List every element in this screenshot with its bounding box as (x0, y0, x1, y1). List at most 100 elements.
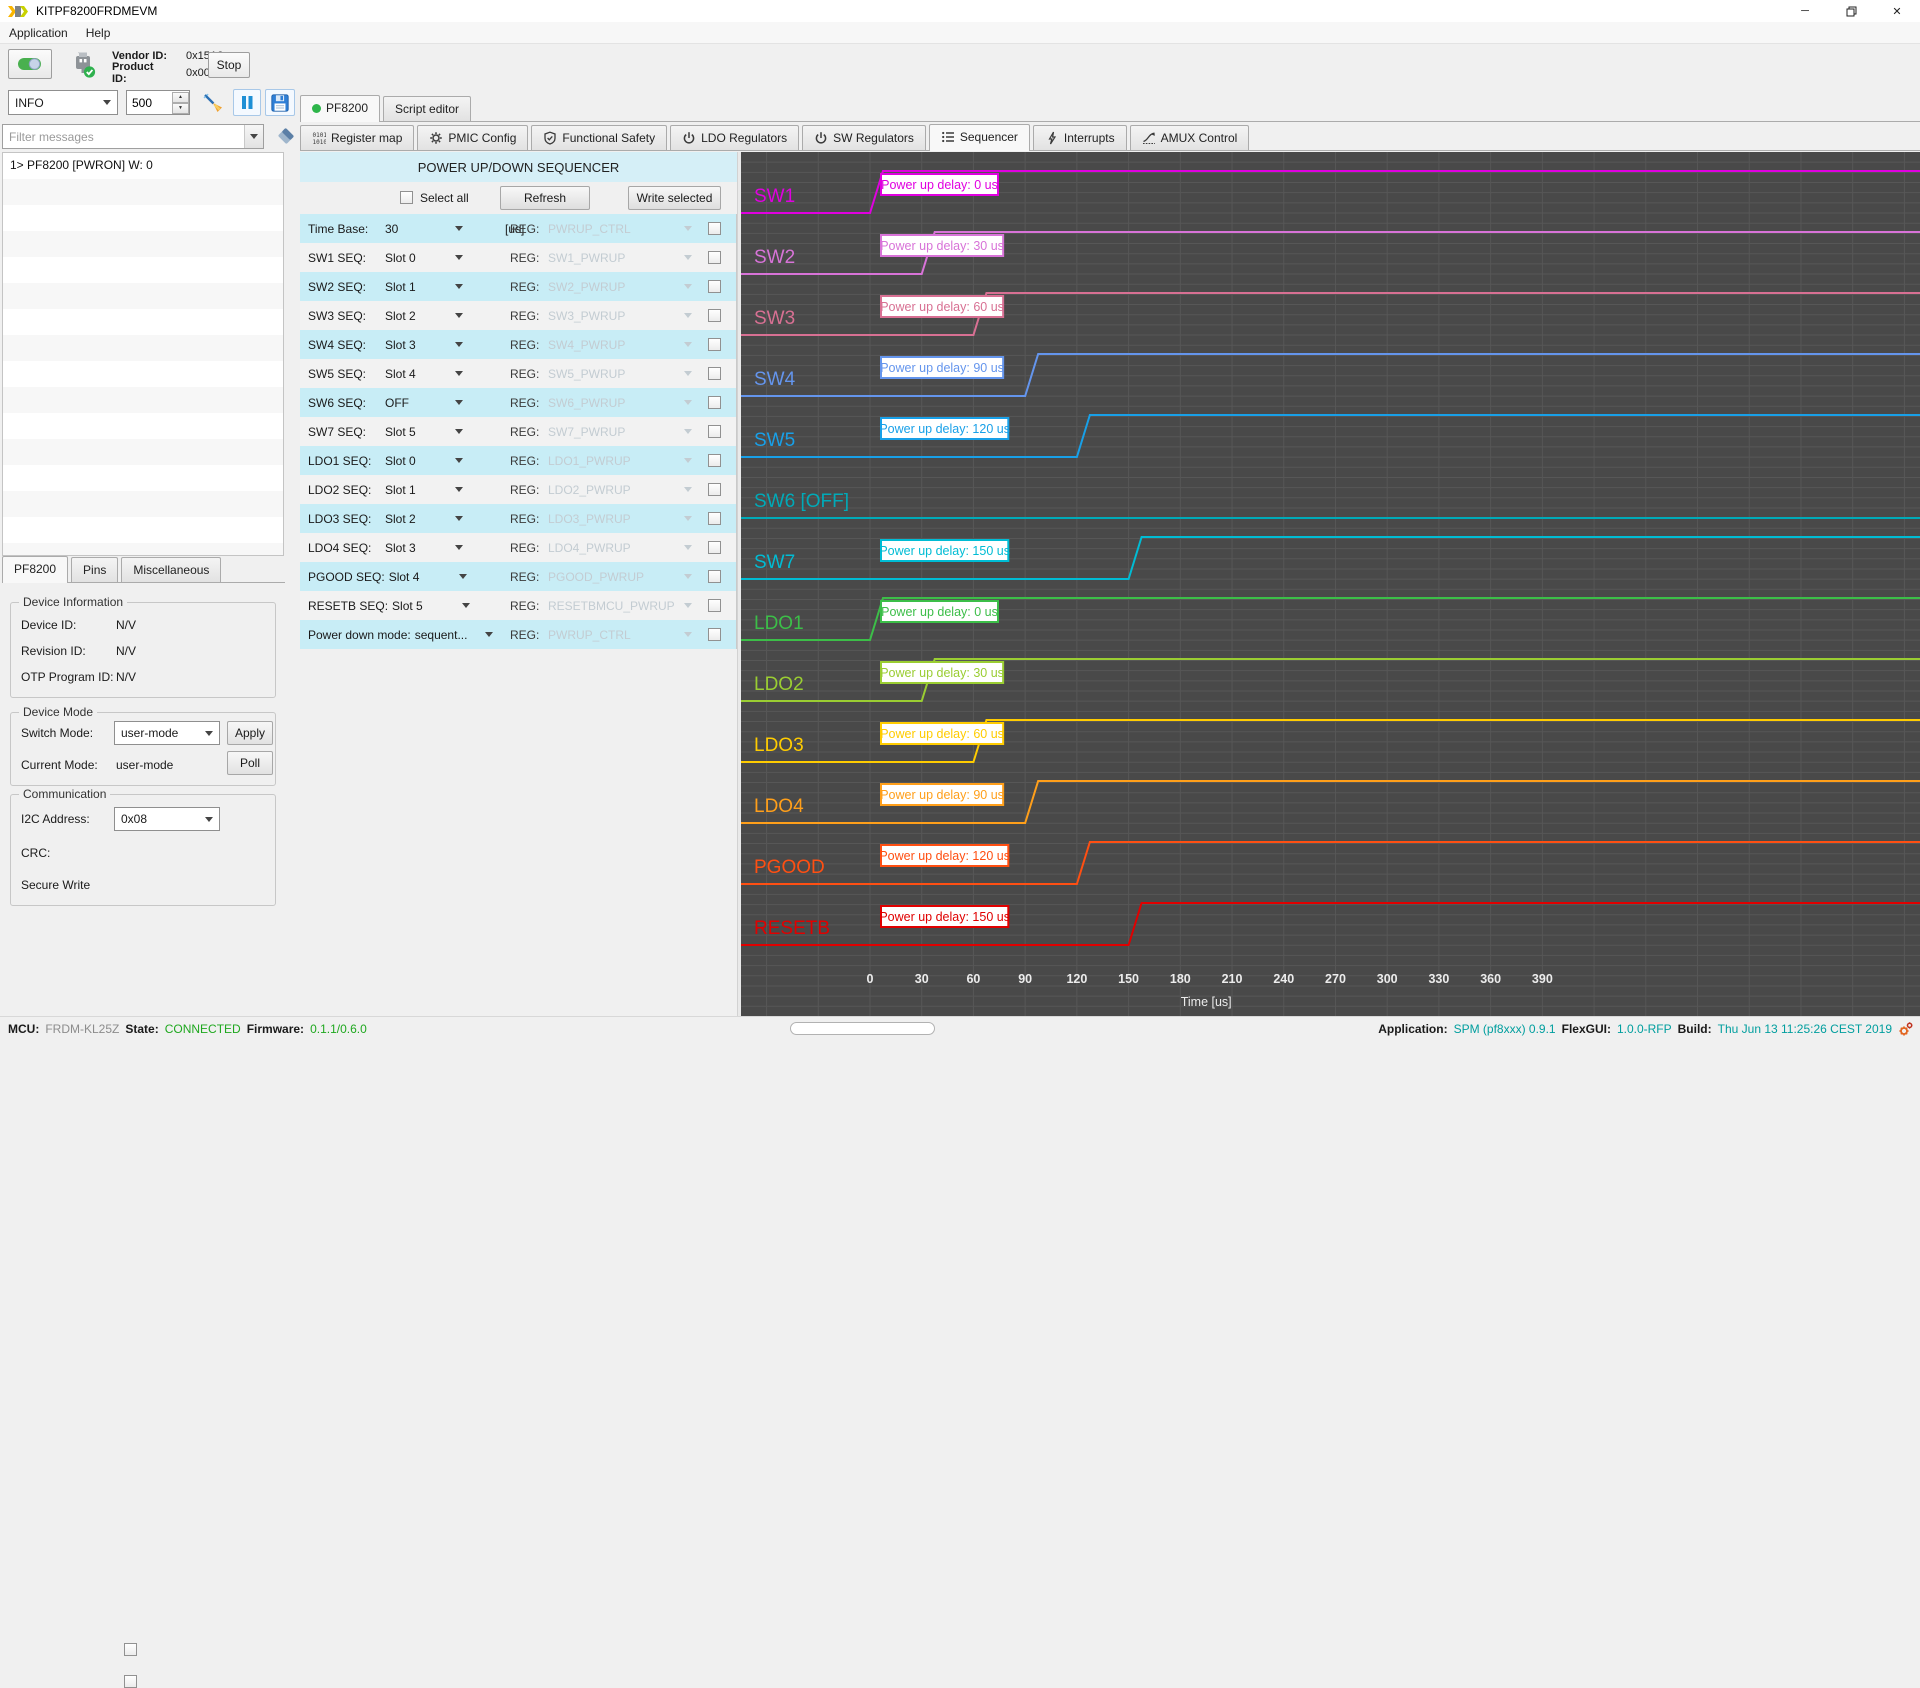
chevron-down-icon (455, 487, 463, 492)
row-value-dropdown[interactable]: Slot 3 (385, 338, 471, 352)
row-value-dropdown[interactable]: Slot 2 (385, 309, 471, 323)
row-value-dropdown[interactable]: Slot 0 (385, 251, 471, 265)
sequencer-panel-title: POWER UP/DOWN SEQUENCER (300, 152, 737, 182)
subtab-amux-control[interactable]: AMUX Control (1130, 125, 1250, 150)
x-axis-title: Time [us] (1181, 995, 1232, 1009)
subtab-sw-regulators[interactable]: SW Regulators (802, 125, 926, 150)
row-select-checkbox[interactable] (708, 222, 721, 235)
row-select-checkbox[interactable] (708, 396, 721, 409)
row-select-checkbox[interactable] (708, 541, 721, 554)
filter-messages-input[interactable] (3, 130, 244, 144)
log-level-dropdown[interactable]: INFO (8, 90, 118, 115)
row-value-dropdown[interactable]: Slot 5 (385, 425, 471, 439)
log-message-list[interactable]: 1> PF8200 [PWRON] W: 0 (2, 152, 284, 556)
row-value-dropdown[interactable]: Slot 2 (385, 512, 471, 526)
write-selected-button[interactable]: Write selected (628, 186, 721, 210)
menu-application[interactable]: Application (0, 23, 77, 43)
chevron-down-icon (455, 371, 463, 376)
connection-toggle-button[interactable] (8, 49, 52, 79)
row-value-dropdown[interactable]: Slot 3 (385, 541, 471, 555)
row-select-checkbox[interactable] (708, 309, 721, 322)
chevron-down-icon (684, 226, 692, 231)
spinner-down-button[interactable]: ▼ (172, 103, 189, 114)
pause-log-button[interactable] (233, 89, 261, 116)
subtab-sequencer[interactable]: Sequencer (929, 124, 1030, 151)
chevron-down-icon (455, 400, 463, 405)
subtab-ldo-regulators[interactable]: LDO Regulators (670, 125, 799, 150)
register-map-icon: 01011010 (312, 131, 326, 145)
row-select-checkbox[interactable] (708, 628, 721, 641)
secure-write-checkbox[interactable] (124, 1675, 137, 1688)
tab-pf8200[interactable]: PF8200 (300, 95, 380, 122)
spinner-up-button[interactable]: ▲ (172, 92, 189, 103)
row-value-dropdown[interactable]: sequent... (415, 628, 501, 642)
save-log-button[interactable] (265, 89, 295, 116)
refresh-button[interactable]: Refresh (500, 186, 590, 210)
row-value-dropdown[interactable]: Slot 4 (385, 367, 471, 381)
row-select-checkbox[interactable] (708, 483, 721, 496)
message-count-input[interactable] (127, 96, 171, 110)
apply-button[interactable]: Apply (227, 721, 273, 745)
row-value-dropdown[interactable]: Slot 0 (385, 454, 471, 468)
status-bar: MCU:FRDM-KL25ZState:CONNECTEDFirmware:0.… (0, 1016, 1920, 1040)
row-value-dropdown[interactable]: 30 (385, 222, 471, 236)
row-value-dropdown[interactable]: Slot 5 (392, 599, 478, 613)
row-select-checkbox[interactable] (708, 512, 721, 525)
status-segment: Build: (1678, 1022, 1712, 1036)
close-button[interactable]: ✕ (1874, 0, 1920, 22)
device-tab-miscellaneous[interactable]: Miscellaneous (121, 557, 221, 582)
row-label: LDO2 SEQ: (308, 483, 385, 497)
row-select-checkbox[interactable] (708, 425, 721, 438)
device-tab-pf8200[interactable]: PF8200 (2, 556, 68, 583)
floppy-disk-icon (270, 93, 290, 113)
menu-help[interactable]: Help (77, 23, 120, 43)
subtab-pmic-config[interactable]: PMIC Config (417, 125, 528, 150)
row-select-checkbox[interactable] (708, 570, 721, 583)
clear-log-button[interactable] (198, 89, 228, 116)
subtab-label: LDO Regulators (701, 131, 787, 145)
signal-label: RESETB (754, 918, 830, 939)
row-select-checkbox[interactable] (708, 338, 721, 351)
tab-script-editor[interactable]: Script editor (383, 96, 471, 121)
stop-button[interactable]: Stop (208, 52, 250, 78)
x-tick-label: 60 (966, 972, 980, 986)
message-count-spinner[interactable]: ▲ ▼ (126, 90, 190, 115)
restore-button[interactable] (1828, 0, 1874, 22)
erase-filter-button[interactable] (276, 126, 296, 149)
filter-dropdown-button[interactable] (244, 125, 263, 148)
menu-bar: ApplicationHelp (0, 22, 1920, 44)
device-tab-pins[interactable]: Pins (71, 557, 118, 582)
group-title: Device Mode (19, 705, 97, 719)
chevron-down-icon (455, 342, 463, 347)
row-select-checkbox[interactable] (708, 280, 721, 293)
row-value-dropdown[interactable]: Slot 4 (389, 570, 475, 584)
row-value-dropdown[interactable]: Slot 1 (385, 483, 471, 497)
reg-label: REG: (510, 280, 539, 294)
subtab-label: Functional Safety (562, 131, 655, 145)
subtab-interrupts[interactable]: Interrupts (1033, 125, 1127, 150)
chevron-down-icon (684, 400, 692, 405)
poll-button[interactable]: Poll (227, 751, 273, 775)
row-value-dropdown[interactable]: OFF (385, 396, 471, 410)
switch-mode-dropdown[interactable]: user-mode (114, 721, 220, 745)
delay-annotation-text: Power up delay: 120 us (879, 422, 1010, 436)
crc-checkbox[interactable] (124, 1643, 137, 1656)
row-select-checkbox[interactable] (708, 454, 721, 467)
delay-annotation-text: Power up delay: 150 us (879, 910, 1010, 924)
row-select-checkbox[interactable] (708, 251, 721, 264)
chevron-down-icon (684, 516, 692, 521)
row-select-checkbox[interactable] (708, 367, 721, 380)
status-segment: Firmware: (247, 1022, 304, 1036)
row-register-name: SW1_PWRUP (548, 251, 625, 265)
row-value-dropdown[interactable]: Slot 1 (385, 280, 471, 294)
row-select-checkbox[interactable] (708, 599, 721, 612)
i2c-address-dropdown[interactable]: 0x08 (114, 807, 220, 831)
row-value: sequent... (415, 628, 468, 642)
select-all-checkbox[interactable] (400, 191, 413, 204)
row-value: 30 (385, 222, 398, 236)
reg-label: REG: (510, 599, 539, 613)
minimize-button[interactable]: ─ (1782, 0, 1828, 22)
row-label: SW1 SEQ: (308, 251, 385, 265)
subtab-functional-safety[interactable]: Functional Safety (531, 125, 667, 150)
subtab-register-map[interactable]: 01011010Register map (300, 125, 414, 150)
